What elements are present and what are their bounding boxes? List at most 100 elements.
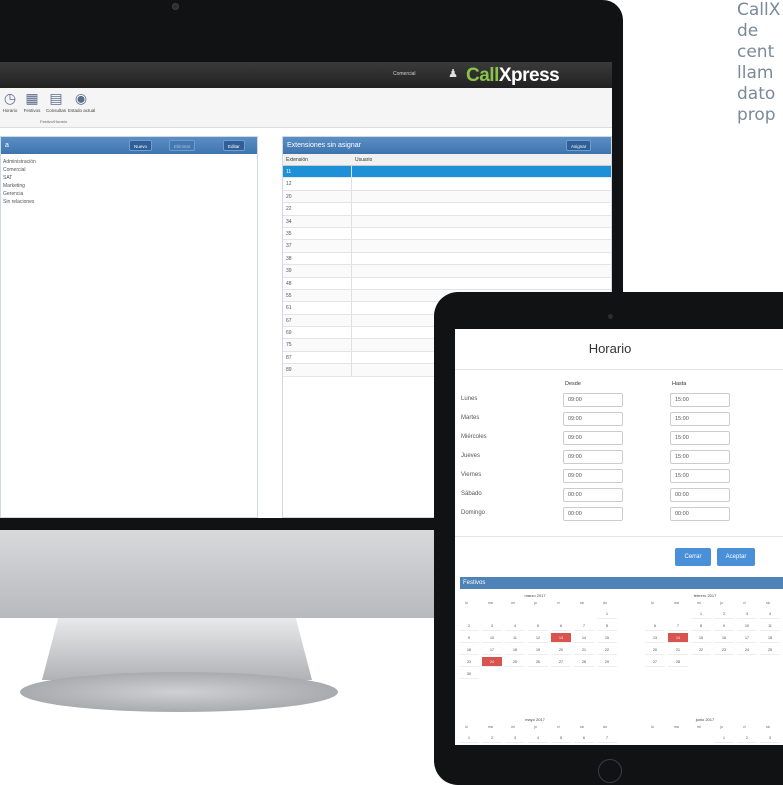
calendar-day[interactable]: 1 [459, 733, 479, 743]
desde-time-input[interactable]: 09:00 [563, 450, 623, 464]
tree-item[interactable]: Comercial [1, 166, 257, 174]
hasta-time-input[interactable]: 15:00 [670, 450, 730, 464]
hasta-time-input[interactable]: 15:00 [670, 412, 730, 426]
calendar-day[interactable]: 21 [668, 645, 688, 655]
hasta-time-input[interactable]: 15:00 [670, 431, 730, 445]
cerrar-button[interactable]: Cerrar [675, 548, 711, 566]
table-row[interactable]: 11 [283, 166, 611, 179]
calendar-day[interactable]: 20 [645, 645, 665, 655]
calendar-day[interactable]: 9 [714, 621, 734, 631]
calendar-day[interactable]: 13 [645, 633, 665, 643]
desde-time-input[interactable]: 09:00 [563, 393, 623, 407]
asignar-button[interactable]: Asignar [566, 140, 592, 151]
editar-button[interactable]: Editar [223, 140, 245, 151]
calendar-day[interactable]: 29 [597, 657, 617, 667]
desde-time-input[interactable]: 09:00 [563, 469, 623, 483]
calendar-day[interactable]: 10 [737, 621, 757, 631]
table-row[interactable]: 35 [283, 227, 611, 241]
calendar-day[interactable]: 1 [597, 609, 617, 619]
calendar-day[interactable]: 7 [597, 733, 617, 743]
calendar-day[interactable]: 9 [459, 633, 479, 643]
table-row[interactable]: 48 [283, 277, 611, 290]
desde-time-input[interactable]: 00:00 [563, 507, 623, 521]
calendar-day[interactable]: 15 [597, 633, 617, 643]
eliminar-button[interactable]: Eliminar [169, 140, 196, 151]
toolbar-festivos-button[interactable]: ▦ Festivos [22, 90, 42, 113]
desde-time-input[interactable]: 00:00 [563, 488, 623, 502]
hasta-time-input[interactable]: 00:00 [670, 507, 730, 521]
tree-item[interactable]: Administración [1, 158, 257, 166]
calendar-day[interactable]: 24 [737, 645, 757, 655]
calendar-day[interactable]: 17 [482, 645, 502, 655]
toolbar-consultas-button[interactable]: ▤ Consultas [45, 90, 67, 113]
calendar-day[interactable]: 11 [760, 621, 780, 631]
calendar-day[interactable]: 14 [574, 633, 594, 643]
calendar-day[interactable]: 18 [505, 645, 525, 655]
calendar-day[interactable]: 28 [668, 657, 688, 667]
calendar-day[interactable]: 23 [714, 645, 734, 655]
calendar-day[interactable]: 3 [482, 621, 502, 631]
calendar-day[interactable]: 18 [760, 633, 780, 643]
calendar-day[interactable]: 28 [574, 657, 594, 667]
tree-item[interactable]: SAT [1, 174, 257, 182]
calendar-day[interactable]: 27 [645, 657, 665, 667]
hasta-time-input[interactable]: 15:00 [670, 393, 730, 407]
calendar-day[interactable]: 30 [459, 669, 479, 679]
calendar-day[interactable]: 26 [528, 657, 548, 667]
column-header-usuario[interactable]: Usuario [355, 154, 372, 166]
table-row[interactable]: 37 [283, 240, 611, 253]
calendar-day[interactable]: 24 [482, 657, 502, 667]
calendar-day[interactable]: 4 [528, 733, 548, 743]
calendar-day[interactable]: 17 [737, 633, 757, 643]
calendar-day[interactable]: 22 [597, 645, 617, 655]
calendar-day[interactable]: 2 [714, 609, 734, 619]
column-header-extension[interactable]: Extensión [286, 154, 308, 166]
table-row[interactable]: 39 [283, 265, 611, 278]
calendar-day[interactable]: 6 [645, 621, 665, 631]
calendar-day[interactable]: 2 [737, 733, 757, 743]
hasta-time-input[interactable]: 00:00 [670, 488, 730, 502]
calendar-day[interactable]: 11 [505, 633, 525, 643]
calendar-day[interactable]: 15 [691, 633, 711, 643]
aceptar-button[interactable]: Aceptar [717, 548, 755, 566]
calendar-day[interactable]: 19 [528, 645, 548, 655]
calendar-day[interactable]: 1 [691, 609, 711, 619]
toolbar-horario-button[interactable]: ◷ Horario [0, 90, 20, 113]
calendar-day[interactable]: 2 [459, 621, 479, 631]
calendar-day[interactable]: 22 [691, 645, 711, 655]
header-user-label[interactable]: Comercial [393, 71, 416, 77]
calendar-day[interactable]: 5 [551, 733, 571, 743]
calendar-day[interactable]: 6 [551, 621, 571, 631]
table-row[interactable]: 20 [283, 190, 611, 204]
calendar-day[interactable]: 25 [760, 645, 780, 655]
table-row[interactable]: 12 [283, 178, 611, 191]
hasta-time-input[interactable]: 15:00 [670, 469, 730, 483]
calendar-day[interactable]: 23 [459, 657, 479, 667]
toolbar-estado-button[interactable]: ◉ Estado actual [68, 90, 95, 113]
calendar-day[interactable]: 2 [482, 733, 502, 743]
desde-time-input[interactable]: 09:00 [563, 412, 623, 426]
tree-item[interactable]: Sin relaciones [1, 198, 257, 206]
nuevo-button[interactable]: Nuevo [129, 140, 153, 151]
calendar-day[interactable]: 6 [574, 733, 594, 743]
table-row[interactable]: 34 [283, 215, 611, 228]
calendar-day[interactable]: 5 [528, 621, 548, 631]
calendar-day[interactable]: 4 [760, 609, 780, 619]
users-icon[interactable]: ♟ [446, 67, 460, 81]
calendar-day[interactable]: 25 [505, 657, 525, 667]
calendar-day[interactable]: 8 [691, 621, 711, 631]
calendar-day[interactable]: 4 [505, 621, 525, 631]
tree-item[interactable]: Gerencia [1, 190, 257, 198]
calendar-day[interactable]: 21 [574, 645, 594, 655]
calendar-day[interactable]: 20 [551, 645, 571, 655]
tree-item[interactable]: Marketing [1, 182, 257, 190]
calendar-day[interactable]: 27 [551, 657, 571, 667]
calendar-day[interactable]: 16 [714, 633, 734, 643]
calendar-day[interactable]: 7 [668, 621, 688, 631]
calendar-day[interactable]: 1 [714, 733, 734, 743]
desde-time-input[interactable]: 09:00 [563, 431, 623, 445]
table-row[interactable]: 38 [283, 252, 611, 266]
calendar-day[interactable]: 3 [760, 733, 780, 743]
calendar-day[interactable]: 3 [737, 609, 757, 619]
calendar-day[interactable]: 7 [574, 621, 594, 631]
